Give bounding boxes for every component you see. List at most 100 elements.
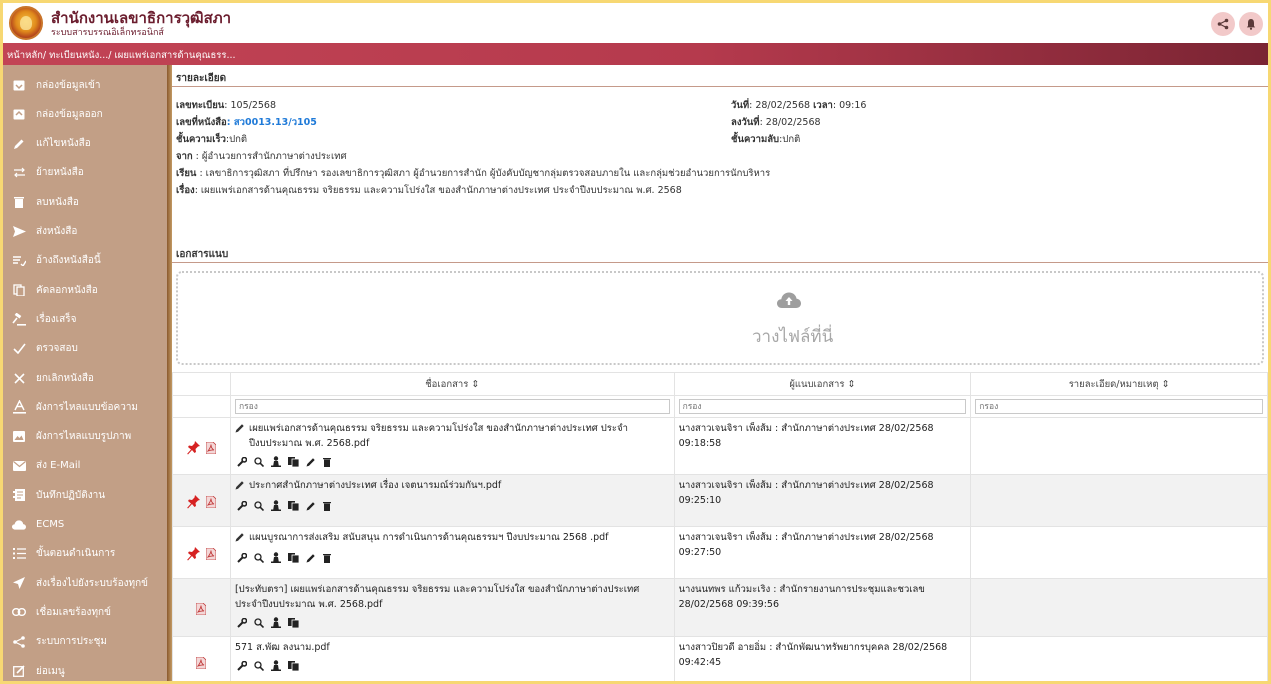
sidebar-item[interactable]: ตรวจสอบ: [3, 335, 167, 363]
sidebar-item[interactable]: ขั้นตอนดำเนินการ: [3, 540, 167, 568]
zoom-icon[interactable]: [254, 456, 264, 467]
sidebar-item[interactable]: ผังการไหลแบบข้อความ: [3, 393, 167, 421]
trash-icon[interactable]: [322, 501, 331, 511]
uploader-cell: นางสาวเจนจิรา เพ็งส้ม : สำนักภาษาต่างประ…: [673, 417, 972, 475]
sidebar-item[interactable]: ส่ง E-Mail: [3, 452, 167, 480]
sidebar-item-label: ส่ง E-Mail: [36, 460, 81, 472]
zoom-icon[interactable]: [254, 500, 264, 511]
pin-icon[interactable]: [187, 495, 200, 512]
pdf-icon[interactable]: [205, 495, 217, 511]
copy-doc-icon[interactable]: [287, 660, 299, 671]
filter-uploader-input[interactable]: [678, 399, 967, 414]
file-name[interactable]: แผนบูรณาการส่งเสริม สนับสนุน การดำเนินกา…: [249, 530, 609, 547]
file-name[interactable]: เผยแพร่เอกสารด้านคุณธรรม จริยธรรม และควา…: [249, 421, 669, 451]
edit-name-icon[interactable]: [235, 532, 245, 547]
date-time: วันที่: 28/02/2568 เวลา: 09:16: [731, 98, 866, 113]
org-subtitle: ระบบสารบรรณอิเล็กทรอนิกส์: [51, 28, 164, 38]
notes-cell: [970, 636, 1268, 681]
user-icon[interactable]: [270, 456, 281, 467]
file-name[interactable]: [ประทับตรา] เผยแพร่เอกสารด้านคุณธรรม จริ…: [235, 582, 655, 612]
sidebar-item[interactable]: กล่องข้อมูลออก: [3, 100, 167, 128]
sidebar-item[interactable]: คัดลอกหนังสือ: [3, 276, 167, 304]
trash-icon[interactable]: [322, 553, 331, 563]
sidebar-item-label: แก้ไขหนังสือ: [36, 138, 91, 150]
from-value: : ผู้อำนวยการสำนักภาษาต่างประเทศ: [192, 151, 347, 162]
sidebar-item[interactable]: กล่องข้อมูลเข้า: [3, 71, 167, 99]
uploader-cell: นางสาวเจนจิรา เพ็งส้ม : สำนักภาษาต่างประ…: [673, 474, 972, 527]
doc-no-link[interactable]: : สว0013.13/ว105: [227, 117, 317, 128]
link-icon: [12, 605, 26, 619]
copy-doc-icon[interactable]: [287, 500, 299, 511]
column-header-uploader[interactable]: ผู้แนบเอกสาร ⇕: [673, 372, 972, 396]
reg-no-value: : 105/2568: [224, 100, 276, 111]
edit-name-icon[interactable]: [235, 480, 245, 495]
file-name[interactable]: 571 ส.พัฒ ลงนาม.pdf: [235, 640, 330, 655]
tools-icon[interactable]: [237, 500, 247, 511]
filter-name-input[interactable]: [234, 399, 670, 414]
sidebar-item-label: ส่งเรื่องไปยังระบบร้องทุกข์: [36, 577, 148, 589]
sidebar-item[interactable]: ย้ายหนังสือ: [3, 159, 167, 187]
sidebar-item-label: ส่งหนังสือ: [36, 226, 78, 237]
uploader-cell: นางสาวเจนจิรา เพ็งส้ม : สำนักภาษาต่างประ…: [673, 526, 972, 579]
pencil-icon[interactable]: [306, 501, 316, 511]
sidebar-item[interactable]: ECMS: [3, 511, 167, 539]
tools-icon[interactable]: [237, 617, 247, 628]
sidebar-item[interactable]: แก้ไขหนังสือ: [3, 130, 167, 158]
column-header-notes[interactable]: รายละเอียด/หมายเหตุ ⇕: [970, 372, 1268, 396]
pin-icon[interactable]: [187, 440, 200, 458]
sidebar-item[interactable]: ส่งเรื่องไปยังระบบร้องทุกข์: [3, 569, 167, 597]
reg-no: เลขทะเบียน: 105/2568: [176, 98, 276, 113]
tools-icon[interactable]: [237, 552, 247, 563]
user-icon[interactable]: [270, 617, 281, 628]
reg-no-label: เลขทะเบียน: [176, 100, 225, 111]
zoom-icon[interactable]: [254, 660, 264, 671]
notification-button[interactable]: [1239, 12, 1263, 36]
column-header-name[interactable]: ชื่อเอกสาร ⇕: [229, 372, 675, 396]
sidebar-item[interactable]: ส่งหนังสือ: [3, 218, 167, 246]
pencil-icon[interactable]: [306, 457, 316, 467]
pdf-icon[interactable]: [205, 441, 217, 457]
edit-name-icon[interactable]: [235, 423, 245, 451]
breadcrumb[interactable]: หน้าหลัก/ ทะเบียนหนัง.../ เผยแพร่เอกสารด…: [7, 48, 236, 63]
sidebar-item[interactable]: บันทึกปฏิบัติงาน: [3, 481, 167, 509]
sidebar-item[interactable]: ยกเลิกหนังสือ: [3, 364, 167, 392]
file-name[interactable]: ประกาศสำนักภาษาต่างประเทศ เรื่อง เจตนารม…: [249, 478, 501, 495]
tools-icon[interactable]: [237, 456, 247, 467]
sidebar-item[interactable]: อ้างถึงหนังสือนี้: [3, 247, 167, 275]
to-label: เรียน: [176, 168, 197, 179]
secrecy: ชั้นความลับ:ปกติ: [731, 132, 800, 147]
user-icon[interactable]: [270, 500, 281, 511]
sidebar-item[interactable]: เรื่องเสร็จ: [3, 305, 167, 333]
pdf-icon[interactable]: [196, 656, 207, 672]
sidebar-item[interactable]: ผังการไหลแบบรูปภาพ: [3, 423, 167, 451]
file-name-cell: 571 ส.พัฒ ลงนาม.pdf: [229, 636, 675, 681]
file-dropzone[interactable]: [176, 271, 1264, 365]
pencil-icon[interactable]: [306, 553, 316, 563]
tools-icon[interactable]: [237, 660, 247, 671]
subject-label: เรื่อง: [176, 185, 195, 196]
pin-icon[interactable]: [187, 547, 200, 564]
zoom-icon[interactable]: [254, 617, 264, 628]
filter-row: [172, 395, 1268, 418]
sidebar-item[interactable]: เชื่อมเลขร้องทุกข์: [3, 598, 167, 626]
copy-doc-icon[interactable]: [287, 456, 299, 467]
filter-notes-input[interactable]: [975, 399, 1263, 414]
user-icon[interactable]: [270, 552, 281, 563]
trash-icon[interactable]: [322, 457, 331, 467]
file-actions: [235, 456, 670, 467]
sidebar-item[interactable]: ย่อเมนู: [3, 657, 167, 681]
zoom-icon[interactable]: [254, 552, 264, 563]
sidebar-item[interactable]: ลบหนังสือ: [3, 188, 167, 216]
copy-doc-icon[interactable]: [287, 552, 299, 563]
copy-doc-icon[interactable]: [287, 617, 299, 628]
pdf-icon[interactable]: [196, 602, 207, 618]
uploader-text: นางสาวเจนจิรา เพ็งส้ม : สำนักภาษาต่างประ…: [678, 423, 934, 449]
pdf-icon[interactable]: [205, 547, 217, 563]
subject-value: : เผยแพร่เอกสารด้านคุณธรรม จริยธรรม และค…: [194, 185, 682, 196]
user-icon[interactable]: [270, 660, 281, 671]
top-bar: สำนักงานเลขาธิการวุฒิสภา ระบบสารบรรณอิเล…: [3, 3, 1268, 43]
sidebar-item[interactable]: ระบบการประชุม: [3, 628, 167, 656]
journal-icon: [12, 488, 26, 502]
to: เรียน : เลขาธิการวุฒิสภา ที่ปรึกษา รองเล…: [176, 166, 770, 181]
share-button[interactable]: [1211, 12, 1235, 36]
